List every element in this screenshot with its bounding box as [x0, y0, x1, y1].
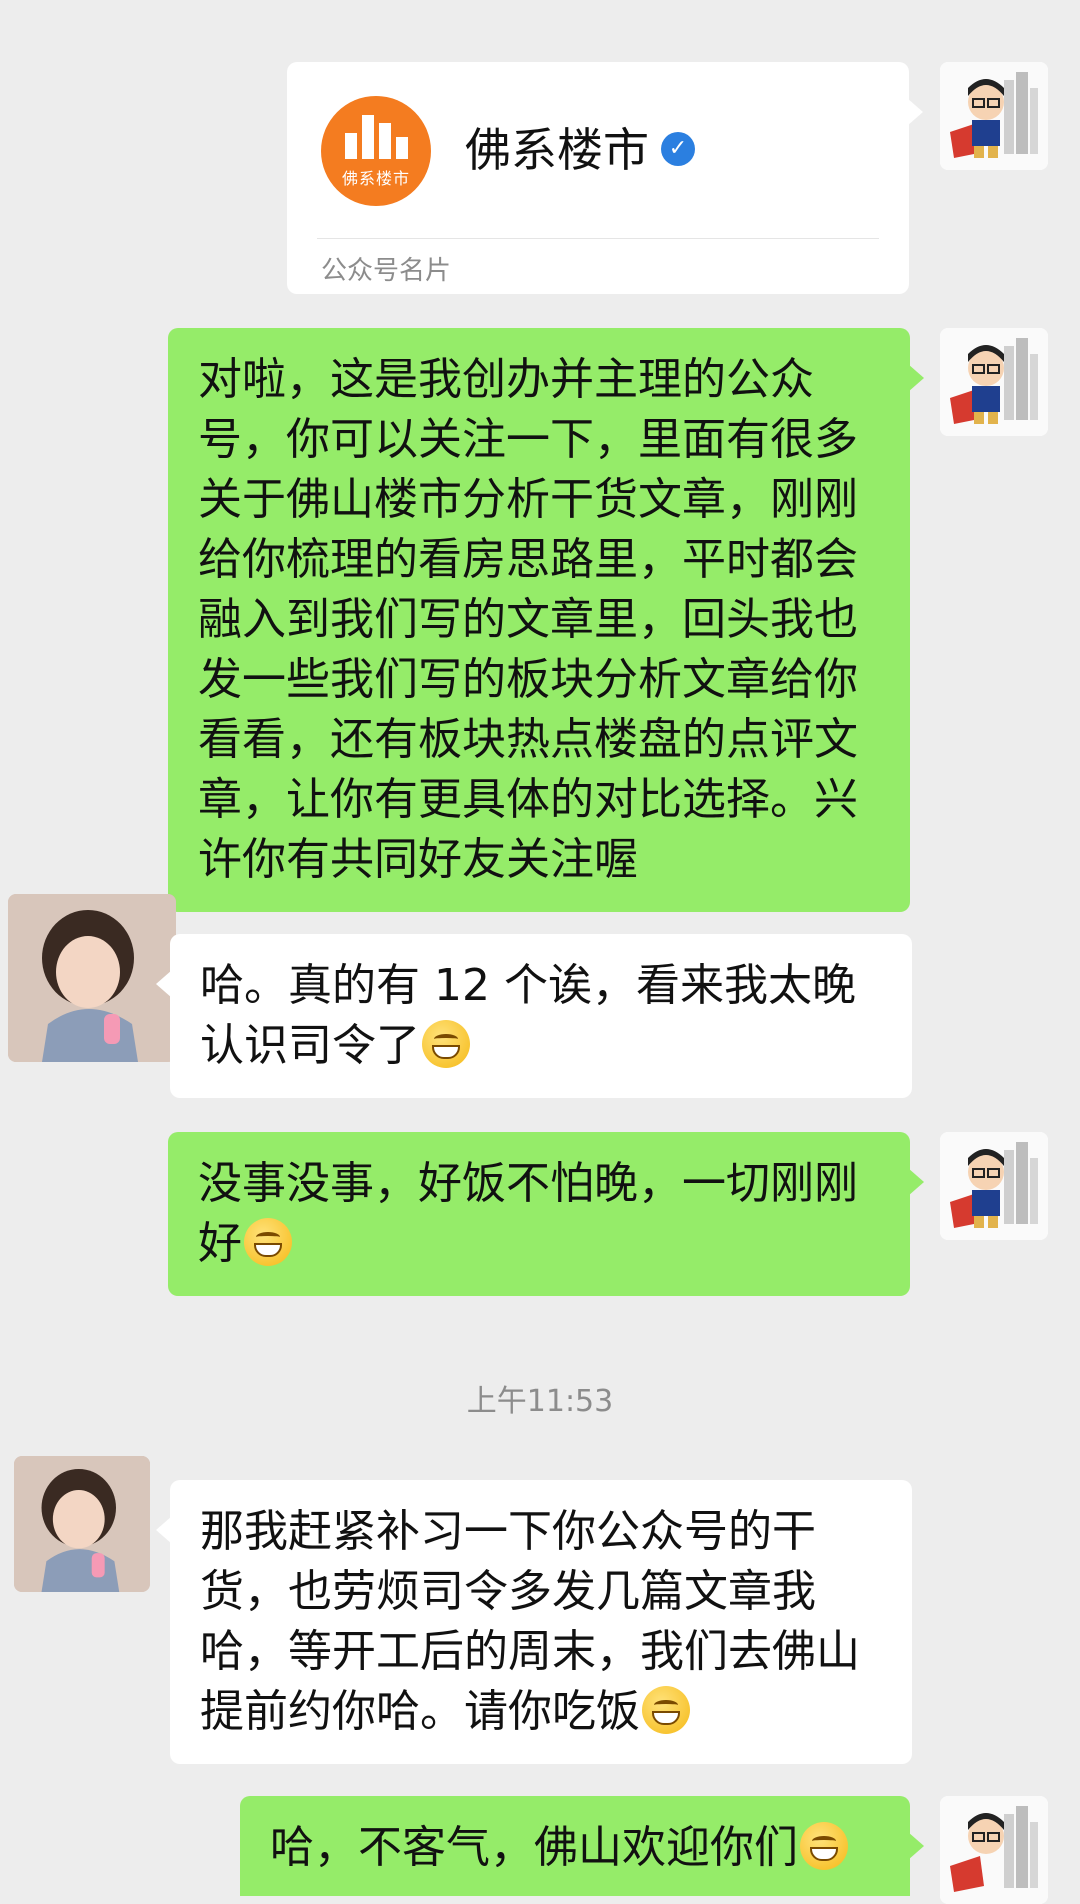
message-text: 哈，不客气，佛山欢迎你们	[270, 1822, 798, 1873]
my-avatar[interactable]	[940, 1796, 1048, 1904]
grin-emoji-icon	[800, 1822, 848, 1870]
card-divider	[317, 238, 879, 239]
message-text: 对啦，这是我创办并主理的公众号，你可以关注一下，里面有很多关于佛山楼市分析干货文…	[198, 354, 858, 885]
chat-timestamp: 上午11:53	[466, 1384, 614, 1419]
contact-avatar[interactable]	[14, 1456, 150, 1592]
facepalm-laugh-emoji-icon	[422, 1020, 470, 1068]
child-photo-icon	[14, 1456, 150, 1592]
message-bubble[interactable]: 那我赶紧补习一下你公众号的干货，也劳烦司令多发几篇文章我哈，等开工后的周末，我们…	[156, 1480, 912, 1764]
message-bubble[interactable]: 哈，不客气，佛山欢迎你们	[240, 1796, 924, 1896]
my-avatar[interactable]	[940, 328, 1048, 436]
grin-emoji-icon	[642, 1686, 690, 1734]
account-logo: 佛系楼市	[321, 96, 431, 206]
tears-of-joy-emoji-icon	[244, 1218, 292, 1266]
verified-badge-icon: ✓	[661, 132, 695, 166]
message-bubble[interactable]: 没事没事，好饭不怕晚，一切刚刚好	[168, 1132, 924, 1296]
cartoon-avatar-icon	[940, 62, 1048, 170]
cartoon-avatar-icon	[940, 1132, 1048, 1240]
message-bubble[interactable]: 对啦，这是我创办并主理的公众号，你可以关注一下，里面有很多关于佛山楼市分析干货文…	[168, 328, 924, 912]
message-bubble[interactable]: 哈。真的有 12 个诶，看来我太晚认识司令了	[156, 934, 912, 1098]
account-name: 佛系楼市	[465, 123, 649, 177]
message-text: 没事没事，好饭不怕晚，一切刚刚好	[198, 1158, 858, 1269]
my-avatar[interactable]	[940, 1132, 1048, 1240]
cartoon-avatar-icon	[940, 1796, 1048, 1904]
building-logo-icon	[344, 113, 408, 159]
message-text: 那我赶紧补习一下你公众号的干货，也劳烦司令多发几篇文章我哈，等开工后的周末，我们…	[200, 1506, 860, 1737]
contact-avatar[interactable]	[8, 894, 176, 1062]
card-type-label: 公众号名片	[321, 256, 452, 286]
my-avatar[interactable]	[940, 62, 1048, 170]
child-photo-icon	[8, 894, 176, 1062]
message-text: 哈。真的有 12 个诶，看来我太晚认识司令了	[200, 960, 856, 1071]
cartoon-avatar-icon	[940, 328, 1048, 436]
logo-text: 佛系楼市	[341, 169, 410, 188]
official-account-card[interactable]: 佛系楼市 佛系楼市 ✓ 公众号名片	[287, 62, 923, 294]
